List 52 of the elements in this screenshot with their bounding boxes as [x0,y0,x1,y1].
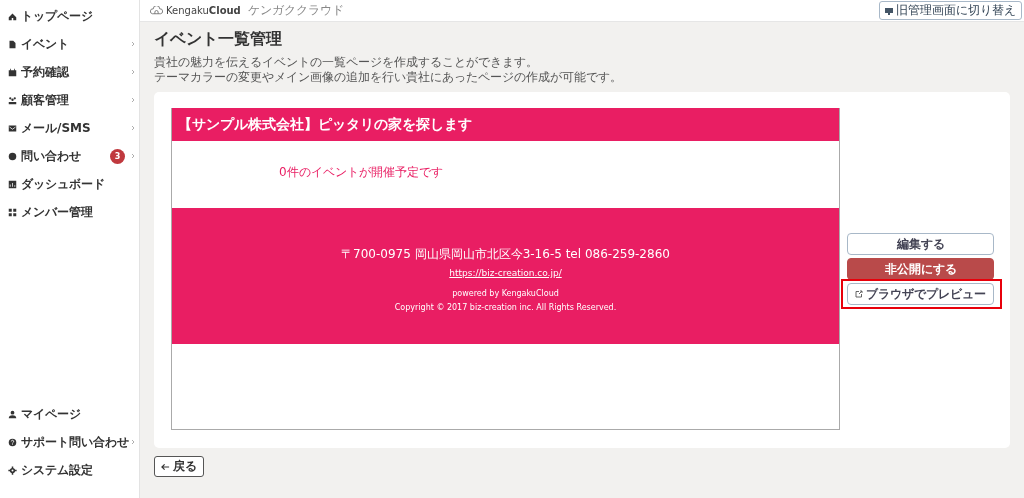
nav-label: イベント [21,35,70,53]
user-icon [8,409,17,419]
nav-label: サポート問い合わせ [21,433,130,451]
document-icon [8,39,17,49]
nav-item[interactable]: 問い合わせ 3 [0,142,139,170]
nav-label: システム設定 [21,461,94,479]
nav-item[interactable]: システム設定 [0,456,139,484]
website-link[interactable]: https://biz-creation.co.jp/ [449,268,562,278]
chart-icon [8,179,17,189]
powered-by-text: powered by KengakuCloud [452,289,559,298]
external-link-icon [855,290,863,298]
back-button[interactable]: 戻る [154,456,204,477]
nav-item[interactable]: マイページ [0,400,139,428]
description-text: 貴社の魅力を伝えるイベントの一覧ページを作成することができます。 [154,55,539,70]
switch-screen-button[interactable]: 旧管理画面に切り替え [879,1,1022,20]
preview-button[interactable]: ブラウザでプレビュー [847,283,994,305]
nav-item[interactable]: 予約確認 [0,58,139,86]
nav-label: 予約確認 [21,63,70,81]
calendar-icon [8,67,17,77]
nav-item[interactable]: 顧客管理 [0,86,139,114]
page-title: イベント一覧管理 [154,29,283,50]
nav-label: ダッシュボード [21,175,106,193]
logo-subtitle: ケンガククラウド [247,2,344,19]
nav-label: 問い合わせ [21,147,82,165]
nav-label: メンバー管理 [21,203,94,221]
grid-icon [8,207,17,217]
preview-header: 【サンプル株式会社】ピッタリの家を探します [172,108,839,141]
nav-item[interactable]: トップページ [0,2,139,30]
mail-icon [8,123,17,133]
chat-bubble-icon [8,151,17,161]
description-text: テーマカラーの変更やメイン画像の追加を行い貴社にあったページの作成が可能です。 [154,70,623,85]
copyright-text: Copyright © 2017 biz-creation inc. All Rights Reserved. [394,303,617,312]
nav-label: 顧客管理 [21,91,70,109]
home-icon [8,11,17,21]
nav-item[interactable]: メンバー管理 [0,198,139,226]
nav-label: マイページ [21,405,82,423]
nav-label: メール/SMS [21,119,92,137]
cloud-icon [150,6,163,15]
unpublish-button[interactable]: 非公開にする [847,258,994,280]
monitor-icon [885,6,893,15]
nav-item[interactable]: メール/SMS [0,114,139,142]
help-icon [8,437,17,447]
nav-item[interactable]: イベント [0,30,139,58]
count-badge: 3 [110,148,125,164]
event-count-message: 0件のイベントが開催予定です [279,165,443,179]
left-arrow-icon [161,462,170,471]
nav-item[interactable]: ダッシュボード [0,170,139,198]
nav-label: トップページ [21,7,94,25]
nav-item[interactable]: サポート問い合わせ [0,428,139,456]
edit-button[interactable]: 編集する [847,233,994,255]
logo-text: KengakuCloud [166,5,241,16]
address-text: 〒700-0975 岡山県岡山市北区今3-16-5 tel 086-259-2860 [341,246,670,263]
